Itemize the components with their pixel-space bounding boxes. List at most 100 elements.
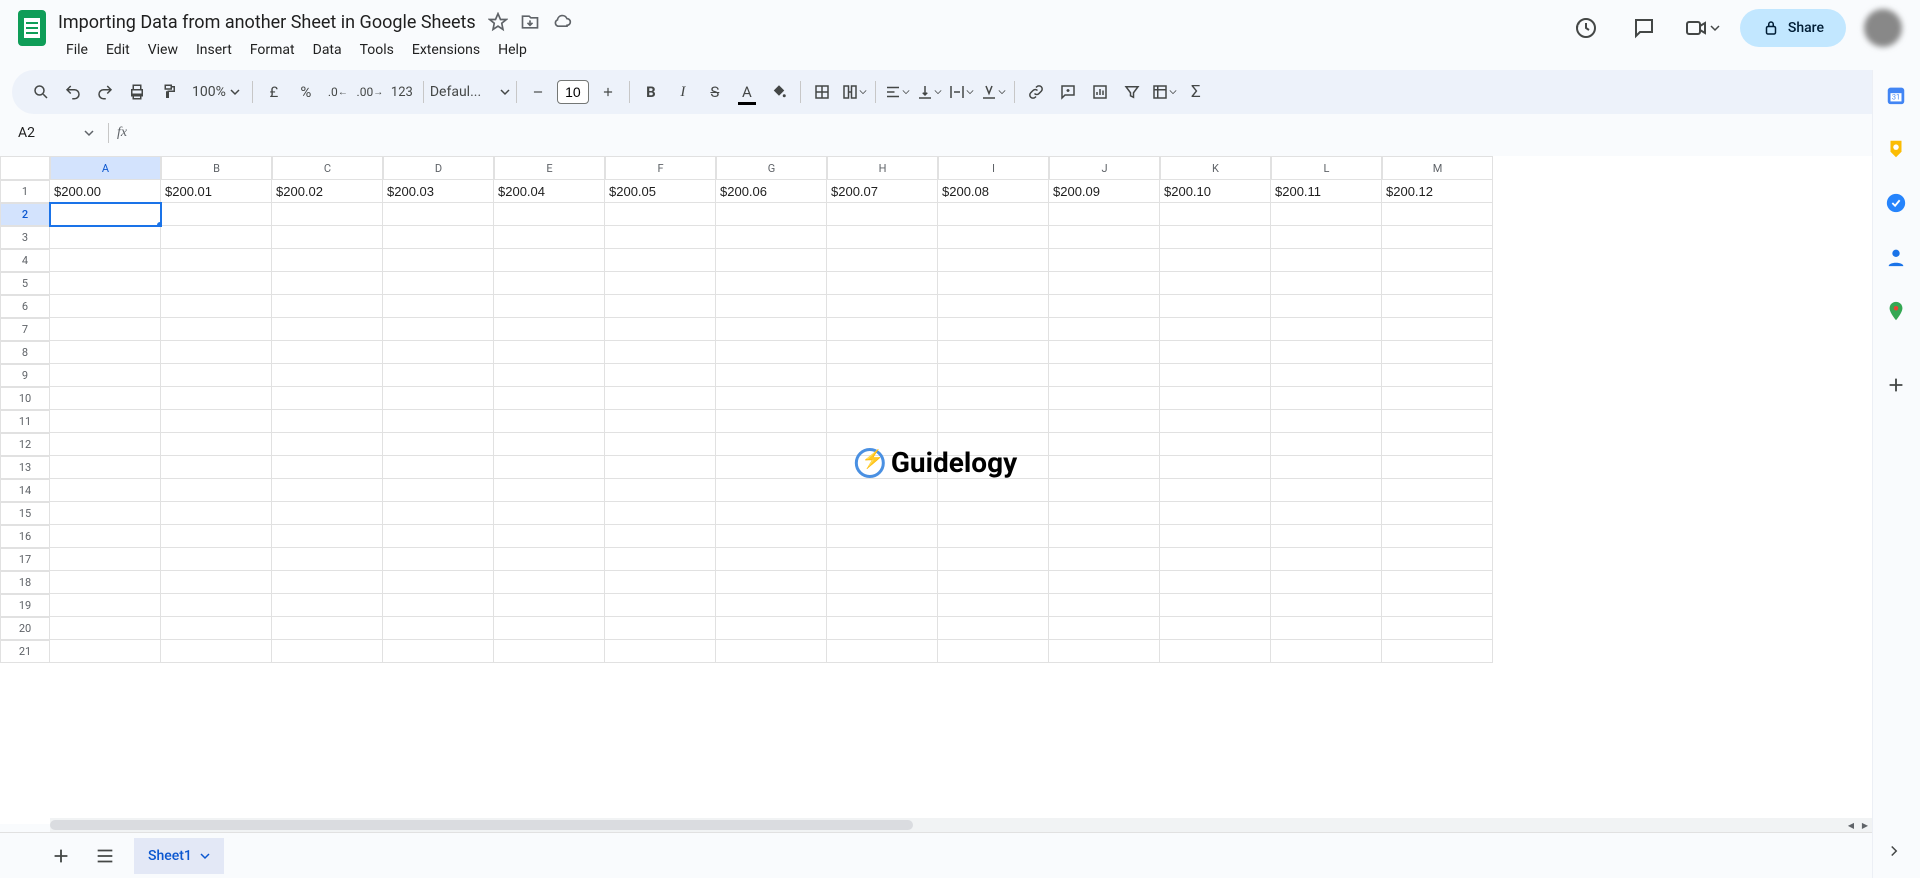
cell[interactable] (1049, 410, 1160, 433)
cell[interactable] (272, 456, 383, 479)
menu-help[interactable]: Help (490, 38, 535, 62)
cell[interactable] (605, 318, 716, 341)
cell[interactable] (1049, 203, 1160, 226)
cell[interactable] (938, 479, 1049, 502)
cell[interactable] (716, 341, 827, 364)
cell[interactable] (827, 594, 938, 617)
cell[interactable]: $200.04 (494, 180, 605, 203)
cell[interactable] (938, 571, 1049, 594)
column-header[interactable]: E (494, 156, 605, 180)
cell[interactable] (494, 456, 605, 479)
cell[interactable] (1382, 456, 1493, 479)
cell[interactable] (716, 433, 827, 456)
cell[interactable] (272, 226, 383, 249)
scroll-right-icon[interactable]: ▶ (1858, 818, 1872, 832)
column-header[interactable]: M (1382, 156, 1493, 180)
spreadsheet-grid[interactable]: ABCDEFGHIJKLM1$200.00$200.01$200.02$200.… (0, 156, 1872, 663)
column-header[interactable]: I (938, 156, 1049, 180)
cell[interactable] (1271, 272, 1382, 295)
cell[interactable] (1382, 548, 1493, 571)
cell[interactable] (272, 364, 383, 387)
tasks-icon[interactable] (1885, 192, 1909, 216)
column-header[interactable]: A (50, 156, 161, 180)
cell[interactable] (272, 525, 383, 548)
cell[interactable] (605, 226, 716, 249)
cell[interactable] (1382, 410, 1493, 433)
cell[interactable] (161, 479, 272, 502)
cell[interactable] (1049, 318, 1160, 341)
cell[interactable] (1049, 272, 1160, 295)
row-header[interactable]: 4 (0, 249, 50, 272)
cell[interactable] (1382, 433, 1493, 456)
cell[interactable] (494, 433, 605, 456)
increase-decimal-button[interactable]: .00→ (355, 77, 385, 107)
cell[interactable] (716, 226, 827, 249)
cell[interactable] (827, 272, 938, 295)
search-menus-icon[interactable] (26, 77, 56, 107)
cell[interactable] (938, 226, 1049, 249)
sheets-logo[interactable] (12, 8, 52, 48)
cell[interactable] (716, 318, 827, 341)
cell[interactable] (827, 617, 938, 640)
cell[interactable] (272, 318, 383, 341)
cell[interactable] (827, 433, 938, 456)
cell[interactable] (50, 525, 161, 548)
cell[interactable] (1160, 341, 1271, 364)
text-color-button[interactable]: A (732, 77, 762, 107)
cell[interactable] (383, 226, 494, 249)
cell[interactable] (494, 548, 605, 571)
cell[interactable] (50, 479, 161, 502)
menu-format[interactable]: Format (242, 38, 303, 62)
row-header[interactable]: 1 (0, 180, 50, 203)
cell[interactable] (1382, 341, 1493, 364)
cell[interactable] (938, 456, 1049, 479)
cell[interactable] (1271, 295, 1382, 318)
cell[interactable] (1160, 295, 1271, 318)
cell[interactable] (272, 502, 383, 525)
cell[interactable] (272, 410, 383, 433)
cell[interactable] (272, 249, 383, 272)
functions-button[interactable]: Σ (1181, 77, 1211, 107)
cell[interactable] (716, 272, 827, 295)
cell[interactable] (1160, 594, 1271, 617)
cell[interactable] (50, 502, 161, 525)
increase-font-size-button[interactable] (593, 77, 623, 107)
cell[interactable] (1271, 502, 1382, 525)
cell[interactable] (1382, 226, 1493, 249)
cell[interactable] (716, 502, 827, 525)
cell[interactable] (161, 433, 272, 456)
cell[interactable] (161, 594, 272, 617)
cell[interactable] (494, 249, 605, 272)
cell[interactable] (50, 594, 161, 617)
merge-cells-button[interactable] (839, 77, 869, 107)
cell[interactable]: $200.03 (383, 180, 494, 203)
cell[interactable] (827, 479, 938, 502)
star-icon[interactable] (488, 12, 508, 32)
column-header[interactable]: J (1049, 156, 1160, 180)
cell[interactable] (161, 226, 272, 249)
cell[interactable] (272, 640, 383, 663)
cell[interactable] (272, 571, 383, 594)
cell[interactable] (50, 456, 161, 479)
row-header[interactable]: 7 (0, 318, 50, 341)
cell[interactable] (383, 433, 494, 456)
cell[interactable] (1271, 617, 1382, 640)
cell[interactable] (1271, 249, 1382, 272)
row-header[interactable]: 13 (0, 456, 50, 479)
column-header[interactable]: K (1160, 156, 1271, 180)
cell[interactable] (605, 410, 716, 433)
cell[interactable] (716, 203, 827, 226)
cell[interactable] (827, 341, 938, 364)
borders-button[interactable] (807, 77, 837, 107)
cell[interactable] (1382, 318, 1493, 341)
zoom-dropdown[interactable]: 100% (186, 77, 246, 107)
row-header[interactable]: 8 (0, 341, 50, 364)
cell[interactable] (938, 502, 1049, 525)
horizontal-align-button[interactable] (882, 77, 912, 107)
cell[interactable] (1382, 640, 1493, 663)
cell[interactable] (1160, 456, 1271, 479)
currency-button[interactable]: £ (259, 77, 289, 107)
cell[interactable] (605, 594, 716, 617)
cell[interactable] (716, 364, 827, 387)
cell[interactable] (605, 548, 716, 571)
